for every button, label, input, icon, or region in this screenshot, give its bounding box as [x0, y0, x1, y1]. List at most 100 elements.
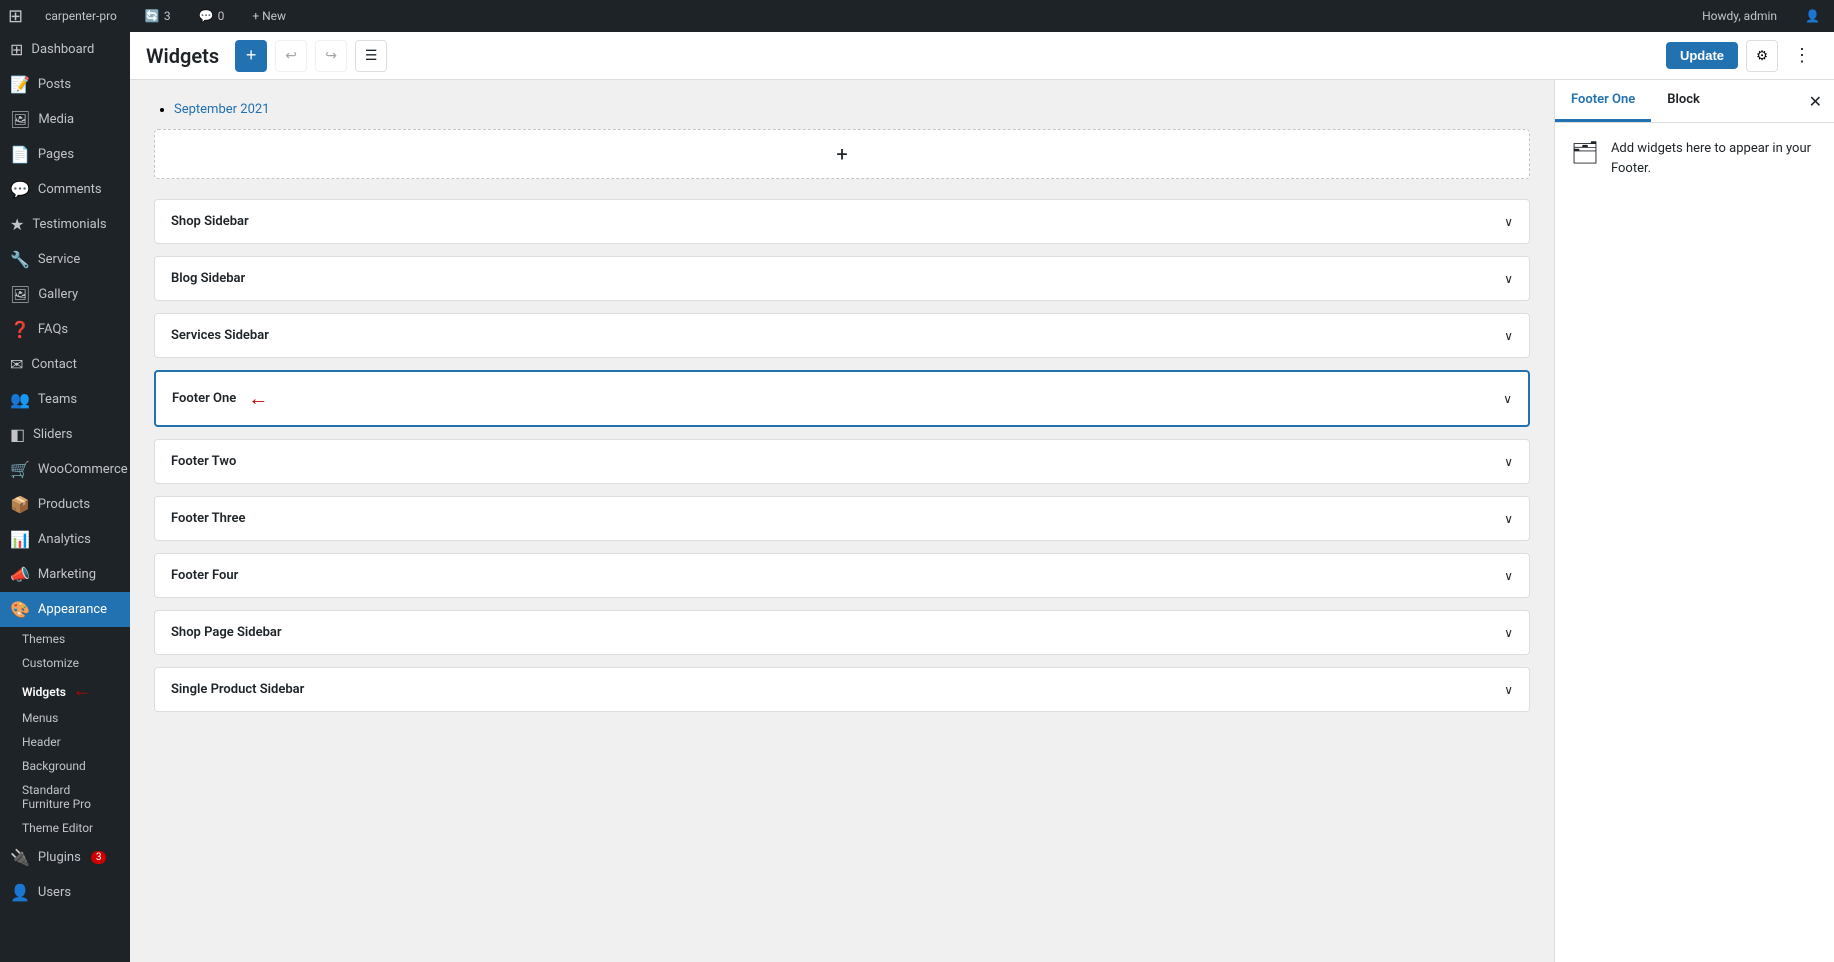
- updates-count[interactable]: 🔄 3: [139, 0, 177, 32]
- sidebar-item-testimonials[interactable]: ★ Testimonials: [0, 207, 130, 242]
- howdy-label: Howdy, admin: [1696, 0, 1783, 32]
- widget-section-shop-sidebar-title: Shop Sidebar: [171, 214, 249, 229]
- products-icon: 📦: [10, 495, 30, 514]
- posts-icon: 📝: [10, 75, 30, 94]
- widgets-arrow-icon: ←: [73, 680, 91, 701]
- sidebar-sub-item-menus[interactable]: Menus: [0, 706, 130, 730]
- sidebar-sub-item-header[interactable]: Header: [0, 730, 130, 754]
- sidebar-item-products[interactable]: 📦 Products: [0, 487, 130, 522]
- testimonials-icon: ★: [10, 215, 24, 234]
- widget-section-footer-two-header[interactable]: Footer Two ∨: [155, 440, 1529, 483]
- chevron-down-icon: ∨: [1504, 683, 1513, 697]
- list-view-button[interactable]: ☰: [355, 40, 387, 72]
- media-icon: 🖼: [10, 110, 30, 129]
- widget-section-footer-four-header[interactable]: Footer Four ∨: [155, 554, 1529, 597]
- sidebar-item-analytics[interactable]: 📊 Analytics: [0, 522, 130, 557]
- widget-section-services-sidebar-title: Services Sidebar: [171, 328, 269, 343]
- settings-button[interactable]: ⚙: [1746, 40, 1778, 72]
- widget-section-shop-page-sidebar-header[interactable]: Shop Page Sidebar ∨: [155, 611, 1529, 654]
- archive-link[interactable]: September 2021: [174, 102, 270, 117]
- sidebar-item-media[interactable]: 🖼 Media: [0, 102, 130, 137]
- widget-section-shop-sidebar-header[interactable]: Shop Sidebar ∨: [155, 200, 1529, 243]
- updates-icon: 🔄: [145, 9, 160, 23]
- sidebar-item-dashboard[interactable]: ⊞ Dashboard: [0, 32, 130, 67]
- sidebar: ⊞ Dashboard 📝 Posts 🖼 Media 📄 Pages 💬 Co…: [0, 32, 130, 962]
- chevron-down-icon: ∨: [1504, 329, 1513, 343]
- add-block-button[interactable]: +: [235, 40, 267, 72]
- sidebar-item-service[interactable]: 🔧 Service: [0, 242, 130, 277]
- gallery-icon: 🖼: [10, 285, 30, 304]
- widget-section-shop-page-sidebar-title: Shop Page Sidebar: [171, 625, 282, 640]
- panel-widget-icon: 🗂: [1571, 141, 1599, 166]
- panel-content: 🗂 Add widgets here to appear in your Foo…: [1555, 123, 1834, 194]
- sidebar-sub-item-themes[interactable]: Themes: [0, 627, 130, 651]
- site-name[interactable]: carpenter-pro: [39, 0, 123, 32]
- sidebar-item-pages[interactable]: 📄 Pages: [0, 137, 130, 172]
- sidebar-item-comments[interactable]: 💬 Comments: [0, 172, 130, 207]
- user-avatar[interactable]: 👤: [1799, 0, 1826, 32]
- woocommerce-icon: 🛒: [10, 460, 30, 479]
- panel-tab-block[interactable]: Block: [1651, 80, 1716, 122]
- comments-count[interactable]: 💬 0: [193, 0, 231, 32]
- widget-section-footer-four: Footer Four ∨: [154, 553, 1530, 598]
- widget-section-services-sidebar-header[interactable]: Services Sidebar ∨: [155, 314, 1529, 357]
- widget-section-footer-two-title: Footer Two: [171, 454, 236, 469]
- widget-section-services-sidebar: Services Sidebar ∨: [154, 313, 1530, 358]
- toolbar: Widgets + ↩ ↪ ☰ Update ⚙ ⋮: [130, 32, 1834, 80]
- widget-section-footer-three-header[interactable]: Footer Three ∨: [155, 497, 1529, 540]
- footer-one-arrow-annotation: ←: [248, 386, 268, 411]
- widget-section-footer-one-header[interactable]: Footer One ← ∨: [156, 372, 1528, 425]
- sidebar-sub-item-standard-furniture-pro[interactable]: Standard Furniture Pro: [0, 778, 130, 816]
- sidebar-item-marketing[interactable]: 📣 Marketing: [0, 557, 130, 592]
- widget-section-single-product-sidebar-header[interactable]: Single Product Sidebar ∨: [155, 668, 1529, 711]
- widget-section-blog-sidebar-header[interactable]: Blog Sidebar ∨: [155, 257, 1529, 300]
- analytics-icon: 📊: [10, 530, 30, 549]
- sidebar-item-woocommerce[interactable]: 🛒 WooCommerce: [0, 452, 130, 487]
- sidebar-item-teams[interactable]: 👥 Teams: [0, 382, 130, 417]
- sidebar-sub-item-widgets[interactable]: Widgets ←: [0, 675, 130, 706]
- add-block-area[interactable]: +: [154, 129, 1530, 179]
- admin-bar: ⊞ carpenter-pro 🔄 3 💬 0 + New Howdy, adm…: [0, 0, 1834, 32]
- chevron-down-icon: ∨: [1504, 272, 1513, 286]
- chevron-down-icon: ∨: [1504, 512, 1513, 526]
- widget-section-footer-one: Footer One ← ∨: [154, 370, 1530, 427]
- main-layout: ⊞ Dashboard 📝 Posts 🖼 Media 📄 Pages 💬 Co…: [0, 32, 1834, 962]
- contact-icon: ✉: [10, 355, 23, 374]
- sidebar-item-users[interactable]: 👤 Users: [0, 875, 130, 910]
- widget-section-footer-two: Footer Two ∨: [154, 439, 1530, 484]
- sidebar-item-sliders[interactable]: ◧ Sliders: [0, 417, 130, 452]
- widget-section-shop-page-sidebar: Shop Page Sidebar ∨: [154, 610, 1530, 655]
- sidebar-sub-item-customize[interactable]: Customize: [0, 651, 130, 675]
- sidebar-sub-item-theme-editor[interactable]: Theme Editor: [0, 816, 130, 840]
- widget-section-single-product-sidebar-title: Single Product Sidebar: [171, 682, 304, 697]
- widget-section-footer-three: Footer Three ∨: [154, 496, 1530, 541]
- appearance-submenu: Themes Customize Widgets ← Menus Header …: [0, 627, 130, 840]
- more-options-button[interactable]: ⋮: [1786, 40, 1818, 72]
- widget-section-blog-sidebar-title: Blog Sidebar: [171, 271, 245, 286]
- sliders-icon: ◧: [10, 425, 25, 444]
- plugins-badge: 3: [91, 851, 107, 864]
- sidebar-item-gallery[interactable]: 🖼 Gallery: [0, 277, 130, 312]
- new-item-button[interactable]: + New: [246, 0, 292, 32]
- sidebar-item-faqs[interactable]: ❓ FAQs: [0, 312, 130, 347]
- update-button[interactable]: Update: [1666, 42, 1738, 69]
- widget-section-blog-sidebar: Blog Sidebar ∨: [154, 256, 1530, 301]
- appearance-icon: 🎨: [10, 600, 30, 619]
- sidebar-sub-item-background[interactable]: Background: [0, 754, 130, 778]
- redo-button[interactable]: ↪: [315, 40, 347, 72]
- red-arrow-left-icon: ←: [248, 386, 268, 411]
- sidebar-item-appearance[interactable]: 🎨 Appearance: [0, 592, 130, 627]
- sidebar-item-plugins[interactable]: 🔌 Plugins 3: [0, 840, 130, 875]
- widgets-main: September 2021 + Shop Sidebar ∨: [130, 80, 1554, 962]
- undo-button[interactable]: ↩: [275, 40, 307, 72]
- sidebar-item-posts[interactable]: 📝 Posts: [0, 67, 130, 102]
- sidebar-item-contact[interactable]: ✉ Contact: [0, 347, 130, 382]
- right-panel: Footer One Block ✕ 🗂 Add widgets here to…: [1554, 80, 1834, 962]
- comments-icon: 💬: [199, 9, 214, 23]
- panel-tab-footer-one[interactable]: Footer One: [1555, 80, 1651, 122]
- panel-close-button[interactable]: ✕: [1797, 84, 1834, 119]
- add-block-plus-icon: +: [836, 142, 847, 166]
- widget-section-single-product-sidebar: Single Product Sidebar ∨: [154, 667, 1530, 712]
- wp-logo-icon[interactable]: ⊞: [8, 6, 23, 27]
- comments-icon: 💬: [10, 180, 30, 199]
